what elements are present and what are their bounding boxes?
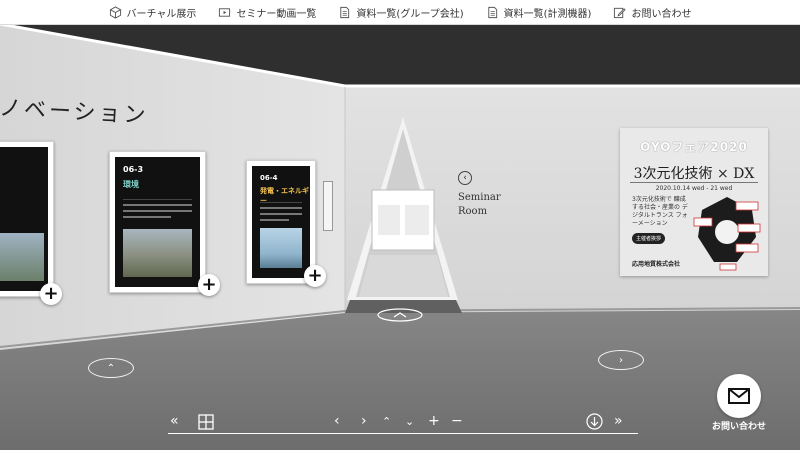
company-name: 応用地質株式会社 (632, 261, 681, 268)
board-description: 3次元化技術で 醸成する社会・産業の デジタルトランス フォーメーション (632, 196, 688, 227)
edit-icon (614, 7, 627, 18)
exhibit-panel[interactable] (0, 141, 54, 297)
nav-contact[interactable]: お問い合わせ (613, 5, 691, 20)
zoom-in-icon[interactable]: + (428, 414, 440, 428)
panel-code: 06-3 (123, 165, 144, 174)
bottom-controls: « ‹ › ⌃ ⌄ + − » (168, 409, 638, 434)
seminar-room-sign[interactable]: Seminar Room (458, 181, 501, 219)
panel-expand-button[interactable]: + (40, 283, 62, 305)
zoom-out-icon[interactable]: − (451, 414, 463, 428)
panel-expand-button[interactable]: + (304, 265, 326, 287)
dx-diagram (693, 197, 761, 271)
chevron-left-icon[interactable]: ‹ (334, 414, 340, 428)
panel-photo (0, 233, 44, 281)
panel-photo (260, 228, 302, 268)
nav-item-label: 資料一覧(グループ会社) (356, 8, 464, 20)
rewind-icon[interactable]: « (170, 414, 179, 428)
nav-item-label: セミナー動画一覧 (236, 8, 317, 20)
nav-documents-instruments[interactable]: 資料一覧(計測機器) (486, 5, 592, 20)
chevron-right-icon[interactable]: › (361, 414, 367, 428)
seminar-label-line1: Seminar (458, 192, 501, 203)
board-date: 2020.10.14 wed - 21 wed (630, 182, 758, 192)
panel-title: 環境 (123, 180, 139, 189)
chevron-down-icon[interactable]: ⌄ (405, 416, 414, 427)
board-title: 3次元化技術 × DX (633, 166, 755, 182)
nav-item-label: 資料一覧(計測機器) (503, 8, 592, 20)
panel-content: 06-3 環境 (115, 157, 200, 287)
chevron-up-icon[interactable]: ⌃ (382, 416, 391, 427)
download-icon[interactable] (586, 413, 603, 430)
document-icon (487, 6, 497, 18)
panel-text (123, 199, 192, 224)
nav-seminar-videos[interactable]: セミナー動画一覧 (218, 5, 316, 20)
panel-photo (123, 229, 192, 277)
document-icon (340, 6, 350, 18)
fast-forward-icon[interactable]: » (614, 414, 623, 428)
panel-content (0, 147, 48, 291)
floor-arrow-right[interactable]: › (598, 350, 644, 370)
floor-arrow-left[interactable]: ⌃ (88, 358, 134, 378)
exhibit-panel[interactable]: 06-3 環境 (109, 151, 206, 293)
greeting-button[interactable]: 主催者挨拶 (632, 233, 666, 244)
cube-icon (109, 5, 121, 19)
nav-virtual-exhibition[interactable]: バーチャル展示 (109, 5, 197, 20)
exhibit-panel[interactable]: 06-4 発電・エネルギー (246, 160, 316, 284)
nav-item-label: お問い合わせ (631, 8, 692, 20)
contact-floating-button[interactable]: お問い合わせ (702, 374, 772, 444)
nav-item-label: バーチャル展示 (126, 8, 197, 20)
virtual-exhibition-scene[interactable]: ノベーション + 06-3 環境 + 06-4 発電・エネルギー + ‹ Sem… (0, 25, 800, 450)
fair-logo: OYOフェア2020 (640, 140, 748, 154)
top-nav: バーチャル展示 セミナー動画一覧 資料一覧(グループ会社) 資料一覧(計測機器)… (0, 0, 800, 25)
contact-circle (717, 374, 761, 418)
fair-info-board[interactable]: OYOフェア2020 3次元化技術 × DX 2020.10.14 wed - … (620, 128, 768, 276)
panel-side-tag[interactable] (323, 181, 333, 231)
panel-content: 06-4 発電・エネルギー (252, 166, 310, 278)
video-icon (219, 7, 231, 17)
grid-view-icon[interactable] (198, 414, 214, 430)
seminar-label-line2: Room (458, 206, 488, 217)
contact-label: お問い合わせ (711, 422, 766, 432)
panel-expand-button[interactable]: + (198, 274, 220, 296)
panel-code: 06-4 (260, 174, 278, 182)
panel-text (260, 202, 302, 227)
nav-documents-group[interactable]: 資料一覧(グループ会社) (338, 5, 464, 20)
mail-icon (728, 388, 750, 404)
